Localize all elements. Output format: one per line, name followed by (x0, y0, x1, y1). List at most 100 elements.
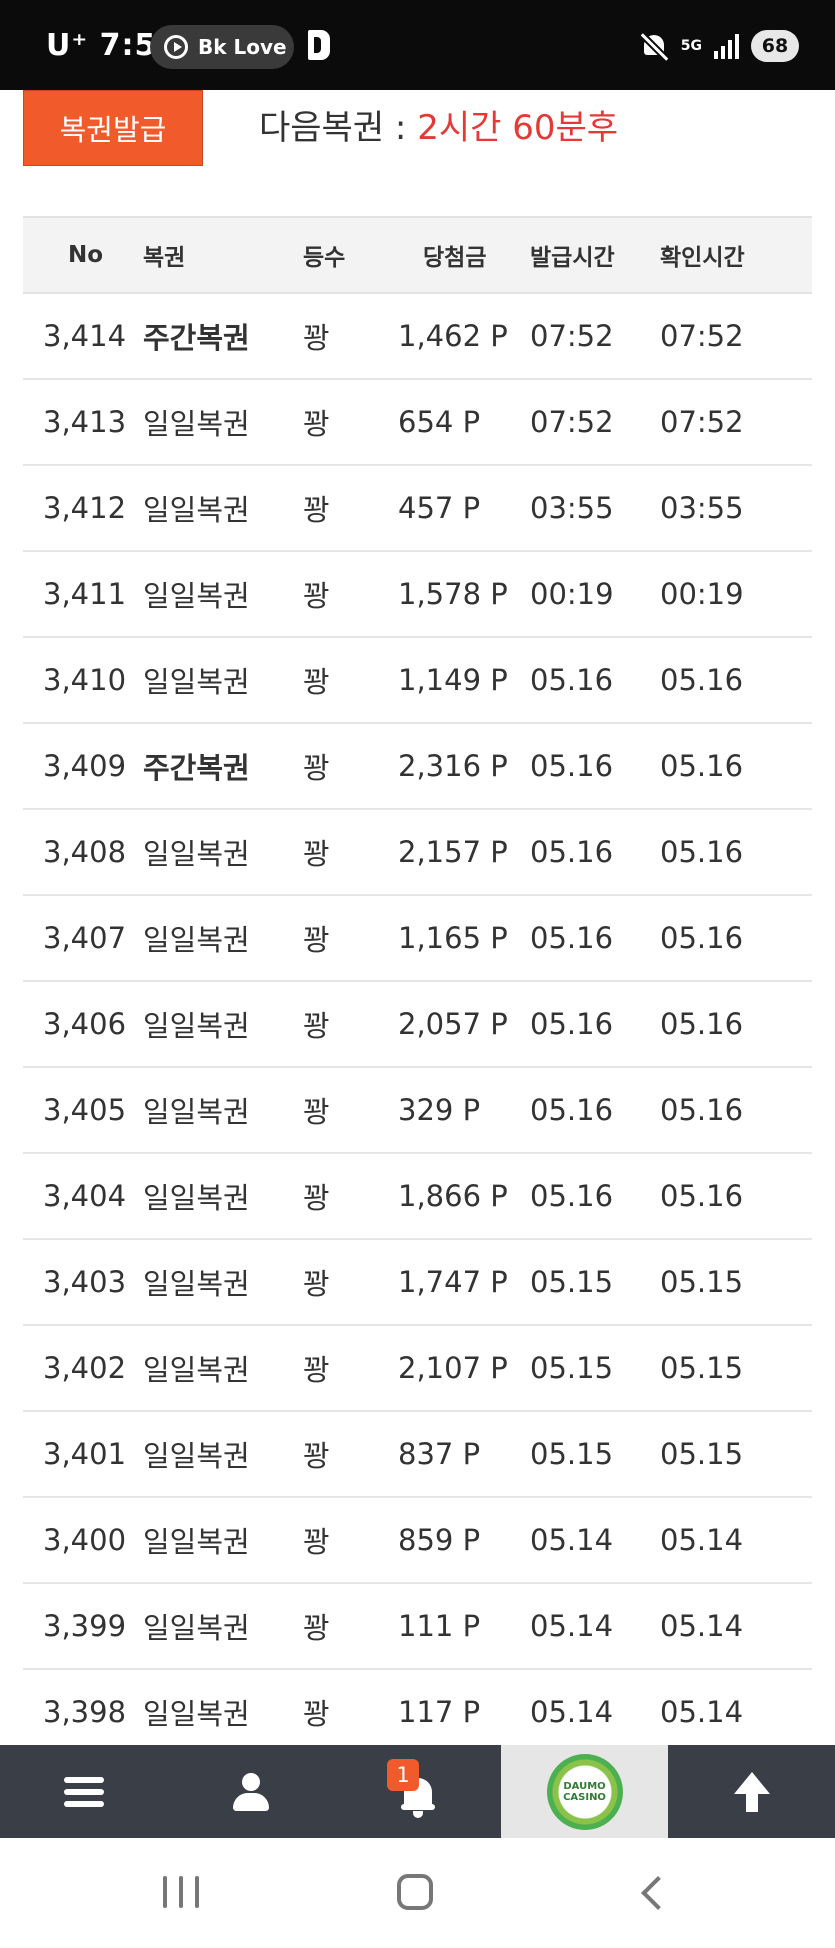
cell-checked: 05.15 (660, 1265, 744, 1299)
cell-type: 주간복권 (143, 751, 250, 785)
cell-no: 3,403 (43, 1265, 127, 1299)
cell-prize: 1,165 P (398, 921, 508, 955)
profile-button[interactable] (167, 1745, 334, 1838)
cell-prize: 1,578 P (398, 577, 508, 611)
cell-issued: 05.14 (530, 1695, 614, 1729)
cell-checked: 05.15 (660, 1351, 744, 1385)
lottery-table: No 복권 등수 당첨금 발급시간 확인시간 3,414 주간복권 꽝 1,462 P… (23, 216, 812, 1756)
cell-rank: 꽝 (303, 321, 330, 355)
table-row: 3,413 일일복권 꽝 654 P 07:52 07:52 (23, 380, 812, 466)
cell-type: 일일복권 (143, 407, 250, 441)
cell-issued: 05.16 (530, 835, 614, 869)
cell-rank: 꽝 (303, 1525, 330, 1559)
cell-rank: 꽝 (303, 923, 330, 957)
cell-checked: 05.15 (660, 1437, 744, 1471)
signal-icon (714, 33, 739, 59)
home-logo-button[interactable]: DAUMO CASINO (501, 1745, 668, 1838)
table-header: No 복권 등수 당첨금 발급시간 확인시간 (23, 216, 812, 294)
cell-prize: 2,157 P (398, 835, 508, 869)
cell-rank: 꽝 (303, 837, 330, 871)
cell-issued: 05.14 (530, 1523, 614, 1557)
next-lottery-label: 다음복권 : (259, 108, 418, 148)
cell-no: 3,400 (43, 1523, 127, 1557)
logo-text-2: CASINO (563, 1791, 606, 1803)
table-row: 3,404 일일복권 꽝 1,866 P 05.16 05.16 (23, 1154, 812, 1240)
cell-checked: 07:52 (660, 405, 744, 439)
cell-prize: 2,057 P (398, 1007, 508, 1041)
cell-checked: 07:52 (660, 319, 744, 353)
table-row: 3,403 일일복권 꽝 1,747 P 05.15 05.15 (23, 1240, 812, 1326)
cell-no: 3,401 (43, 1437, 127, 1471)
cell-prize: 1,462 P (398, 319, 508, 353)
table-body: 3,414 주간복권 꽝 1,462 P 07:52 07:52 3,413 일일복권 꽝 654… (23, 294, 812, 1756)
cell-rank: 꽝 (303, 1439, 330, 1473)
cell-prize: 329 P (398, 1093, 481, 1127)
header-rank: 등수 (303, 245, 346, 271)
cell-rank: 꽝 (303, 407, 330, 441)
cell-checked: 05.16 (660, 921, 744, 955)
status-bar: U⁺ 7:53 Bk Love 5G 68 (0, 0, 835, 90)
back-button[interactable] (640, 1874, 668, 1910)
cell-prize: 1,866 P (398, 1179, 508, 1213)
home-button[interactable] (397, 1874, 433, 1910)
cell-rank: 꽝 (303, 579, 330, 613)
cell-prize: 837 P (398, 1437, 481, 1471)
cell-no: 3,408 (43, 835, 127, 869)
cell-prize: 654 P (398, 405, 481, 439)
cell-type: 일일복권 (143, 1697, 250, 1731)
cell-type: 일일복권 (143, 1439, 250, 1473)
cell-prize: 2,107 P (398, 1351, 508, 1385)
cell-prize: 2,316 P (398, 749, 508, 783)
table-row: 3,401 일일복권 꽝 837 P 05.15 05.15 (23, 1412, 812, 1498)
table-row: 3,406 일일복권 꽝 2,057 P 05.16 05.16 (23, 982, 812, 1068)
header-issued: 발급시간 (530, 245, 615, 271)
notification-badge: 1 (387, 1759, 419, 1791)
cell-type: 주간복권 (143, 321, 250, 355)
cell-issued: 05.16 (530, 749, 614, 783)
header-checked: 확인시간 (660, 245, 745, 271)
cell-checked: 00:19 (660, 577, 744, 611)
next-lottery-time: 2시간 60분후 (417, 108, 619, 148)
cell-no: 3,405 (43, 1093, 127, 1127)
recent-apps-button[interactable] (163, 1876, 199, 1908)
cell-type: 일일복권 (143, 1267, 250, 1301)
table-row: 3,399 일일복권 꽝 111 P 05.14 05.14 (23, 1584, 812, 1670)
cell-no: 3,402 (43, 1351, 127, 1385)
cell-checked: 05.16 (660, 835, 744, 869)
cell-checked: 05.16 (660, 1007, 744, 1041)
cell-checked: 05.14 (660, 1695, 744, 1729)
issue-lottery-button[interactable]: 복권발급 (23, 90, 203, 166)
scroll-top-button[interactable] (668, 1745, 835, 1838)
arrow-up-icon (732, 1771, 772, 1812)
cell-prize: 1,747 P (398, 1265, 508, 1299)
cell-type: 일일복권 (143, 1181, 250, 1215)
header-prize: 당첨금 (423, 245, 487, 271)
cell-type: 일일복권 (143, 1095, 250, 1129)
cell-rank: 꽝 (303, 665, 330, 699)
play-icon (164, 35, 188, 59)
table-row: 3,410 일일복권 꽝 1,149 P 05.16 05.16 (23, 638, 812, 724)
system-nav-bar (0, 1838, 835, 1948)
cell-checked: 05.16 (660, 663, 744, 697)
cell-type: 일일복권 (143, 493, 250, 527)
cell-no: 3,398 (43, 1695, 127, 1729)
notifications-button[interactable] (334, 1745, 501, 1838)
cell-no: 3,404 (43, 1179, 127, 1213)
cell-checked: 03:55 (660, 491, 744, 525)
cell-no: 3,410 (43, 663, 127, 697)
cell-type: 일일복권 (143, 665, 250, 699)
cell-checked: 05.14 (660, 1523, 744, 1557)
table-row: 3,400 일일복권 꽝 859 P 05.14 05.14 (23, 1498, 812, 1584)
cell-checked: 05.14 (660, 1609, 744, 1643)
cell-no: 3,409 (43, 749, 127, 783)
cell-rank: 꽝 (303, 1697, 330, 1731)
menu-button[interactable] (0, 1745, 167, 1838)
cell-issued: 05.16 (530, 1007, 614, 1041)
next-lottery-info: 다음복권 : 2시간 60분후 (259, 100, 618, 149)
cell-checked: 05.16 (660, 749, 744, 783)
cell-no: 3,414 (43, 319, 127, 353)
cell-type: 일일복권 (143, 923, 250, 957)
media-pill[interactable]: Bk Love (150, 25, 294, 69)
battery-icon: 68 (751, 30, 799, 62)
table-row: 3,414 주간복권 꽝 1,462 P 07:52 07:52 (23, 294, 812, 380)
